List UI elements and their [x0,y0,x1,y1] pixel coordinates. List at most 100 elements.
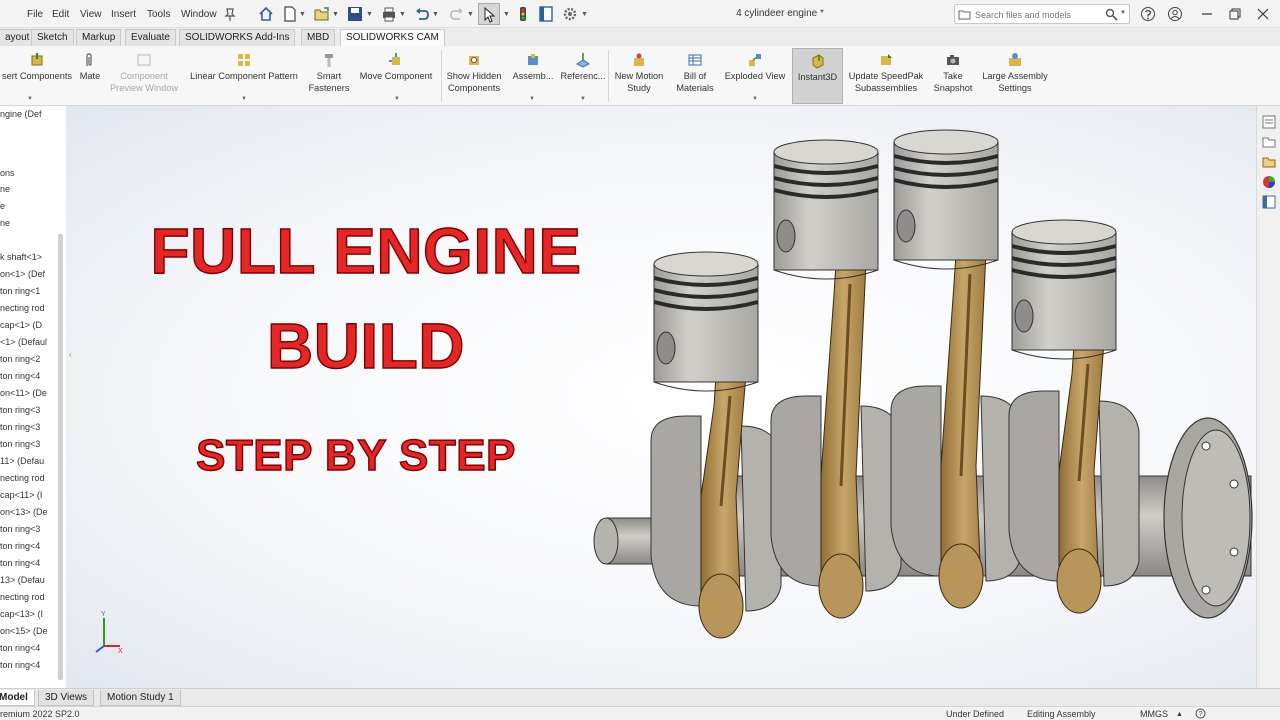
tab-motion-study-1[interactable]: Motion Study 1 [100,690,181,706]
chevron-down-icon[interactable]: ▼ [467,11,474,18]
component-preview-window-button[interactable]: Component Preview Window [106,48,182,104]
tree-item[interactable]: e [0,199,5,213]
insert-components-button[interactable]: sert Components [0,48,74,104]
print-icon[interactable] [380,5,398,23]
chevron-down-icon[interactable]: ▼ [432,11,439,18]
file-explorer-icon[interactable] [1261,154,1277,170]
crank-web[interactable] [1098,400,1140,587]
save-icon[interactable] [346,5,364,23]
menu-edit[interactable]: Edit [52,9,69,20]
new-document-icon[interactable] [281,5,299,23]
redo-icon[interactable] [448,5,466,23]
tree-item[interactable]: ton ring<4 [0,539,40,553]
design-library-icon[interactable] [1261,134,1277,150]
rod-cap[interactable] [818,553,864,619]
crank-web[interactable] [890,385,942,577]
select-tool-button[interactable] [478,3,500,25]
tree-item[interactable]: necting rod [0,301,45,315]
tree-item[interactable]: on<15> (De [0,624,48,638]
tree-item[interactable]: ton ring<4 [0,641,40,655]
tree-item[interactable]: ton ring<4 [0,369,40,383]
take-snapshot-button[interactable]: Take Snapshot [929,48,977,104]
rebuild-icon[interactable] [514,5,532,23]
tree-item[interactable]: ton ring<1 [0,284,40,298]
search-icon[interactable] [1105,8,1118,21]
open-folder-icon[interactable] [313,5,331,23]
chevron-down-icon[interactable]: ▼ [581,11,588,18]
menu-file[interactable]: File [27,9,43,20]
units-status[interactable]: MMGS [1140,708,1168,720]
tree-item[interactable]: cap<1> (D [0,318,42,332]
tab-mbd[interactable]: MBD [301,29,336,46]
graphics-viewport[interactable]: FULL ENGINE BUILD STEP BY STEP Y X [66,106,1256,688]
cylinder-assembly[interactable] [1008,219,1140,614]
restore-window-icon[interactable] [1227,6,1243,22]
menu-view[interactable]: View [80,9,102,20]
piston[interactable] [1011,219,1117,360]
tab-sketch[interactable]: Sketch [31,29,74,46]
update-speedpak-button[interactable]: Update SpeedPak Subassemblies [845,48,927,104]
large-assembly-settings-button[interactable]: Large Assembly Settings [978,48,1052,104]
cylinder-assembly[interactable] [770,139,902,619]
chevron-down-icon[interactable]: ▼ [299,11,306,18]
piston[interactable] [893,129,999,270]
new-motion-study-button[interactable]: New Motion Study [609,48,669,104]
home-icon[interactable] [257,5,275,23]
collapse-panel-icon[interactable]: ‹ [69,350,72,359]
solidworks-resources-icon[interactable] [1261,114,1277,130]
chevron-down-icon[interactable]: ▼ [580,96,586,102]
tree-item[interactable]: ne [0,216,10,230]
tree-item[interactable]: cap<11> (I [0,488,42,502]
tree-item[interactable]: on<11> (De [0,386,47,400]
tree-item[interactable]: necting rod [0,590,45,604]
appearances-icon[interactable] [1261,174,1277,190]
bill-of-materials-button[interactable]: Bill of Materials [671,48,719,104]
tab-solidworks-addins[interactable]: SOLIDWORKS Add-Ins [179,29,296,46]
mate-button[interactable]: Mate [74,48,106,104]
rod-cap[interactable] [1056,548,1102,614]
tree-item[interactable]: ons [0,166,15,180]
tree-item[interactable]: ton ring<4 [0,556,40,570]
chevron-down-icon[interactable]: ▼ [394,96,400,102]
tree-item[interactable]: ton ring<3 [0,437,40,451]
crank-web[interactable] [650,415,702,607]
chevron-down-icon[interactable]: ▼ [752,96,758,102]
piston[interactable] [773,139,879,280]
tree-item[interactable]: 13> (Defau [0,573,45,587]
close-icon[interactable] [1255,6,1271,22]
tree-root-assembly[interactable]: ngine (Def [0,107,42,121]
tab-evaluate[interactable]: Evaluate [125,29,176,46]
help-icon[interactable] [1140,6,1156,22]
tree-item[interactable]: ton ring<3 [0,522,40,536]
crank-web[interactable] [770,395,822,587]
options-gear-icon[interactable] [561,5,579,23]
search-box[interactable]: ▼ [954,4,1130,24]
smart-fasteners-button[interactable]: Smart Fasteners [306,48,352,104]
chevron-down-icon[interactable]: ▼ [1120,10,1126,16]
tab-markup[interactable]: Markup [76,29,122,46]
help-icon[interactable]: ? [1195,708,1206,719]
minimize-icon[interactable] [1199,6,1215,22]
tree-item[interactable]: necting rod [0,471,45,485]
cylinder-assembly[interactable] [890,129,1022,609]
tree-item[interactable]: ne [0,182,10,196]
piston[interactable] [653,251,759,392]
chevron-down-icon[interactable]: ▼ [529,96,535,102]
chevron-down-icon[interactable]: ▼ [332,11,339,18]
chevron-up-icon[interactable]: ▲ [1176,708,1183,720]
tree-item[interactable]: ton ring<3 [0,403,40,417]
tree-scrollbar[interactable] [58,234,63,680]
crank-web[interactable] [1008,390,1060,582]
pin-icon[interactable] [223,5,237,23]
tree-item[interactable]: ton ring<3 [0,420,40,434]
tab-3d-views[interactable]: 3D Views [38,690,95,706]
menu-window[interactable]: Window [181,9,217,20]
search-input[interactable] [975,7,1103,22]
tree-item[interactable]: ton ring<2 [0,352,40,366]
tree-item[interactable]: on<13> (De [0,505,48,519]
chevron-down-icon[interactable]: ▼ [27,96,33,102]
file-properties-icon[interactable] [537,5,555,23]
tab-solidworks-cam[interactable]: SOLIDWORKS CAM [340,29,445,47]
rod-cap[interactable] [698,573,744,639]
cylinder-assembly[interactable] [650,251,782,639]
